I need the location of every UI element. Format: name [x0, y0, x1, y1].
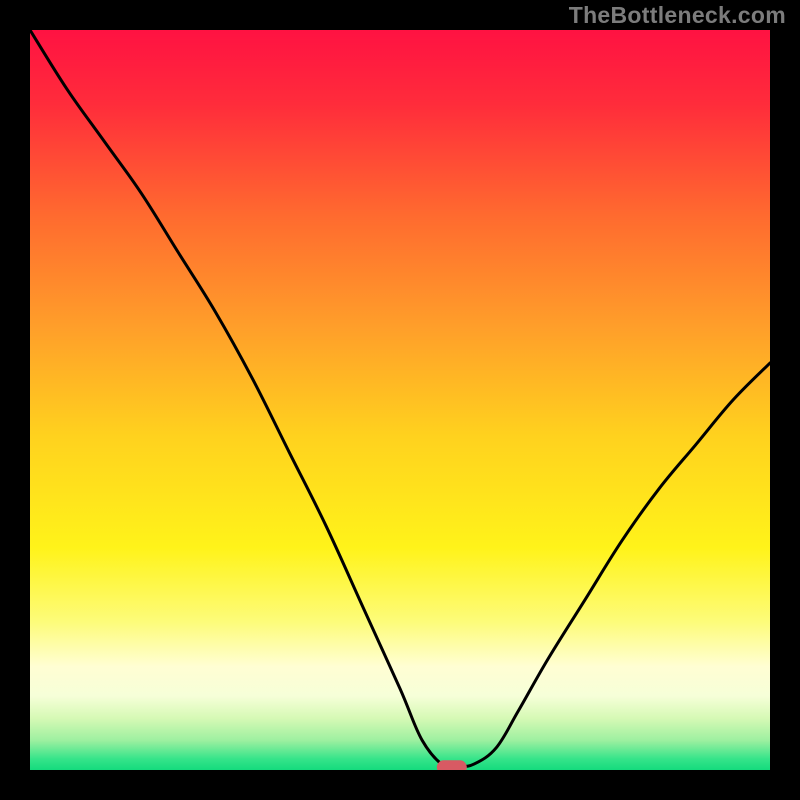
optimal-marker	[437, 760, 467, 770]
watermark-text: TheBottleneck.com	[569, 2, 786, 29]
chart-plot-area	[30, 30, 770, 770]
chart-frame: TheBottleneck.com	[0, 0, 800, 800]
gradient-background	[30, 30, 770, 770]
chart-svg	[30, 30, 770, 770]
